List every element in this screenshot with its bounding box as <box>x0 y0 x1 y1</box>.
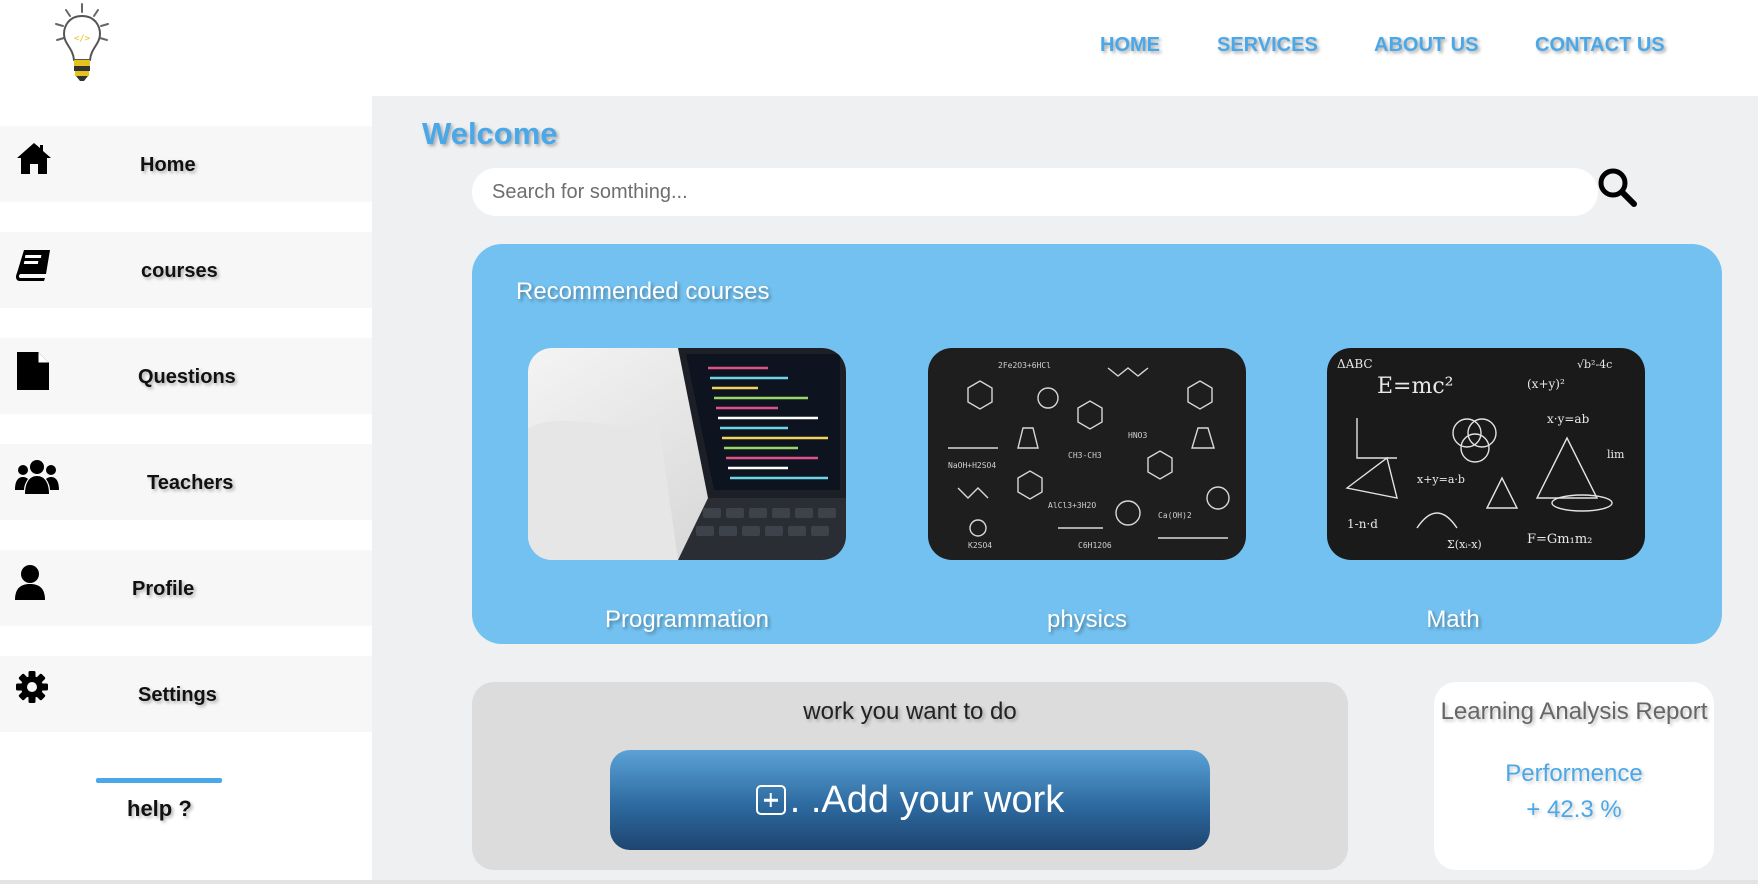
home-icon <box>17 143 51 174</box>
search-icon[interactable] <box>1596 166 1640 210</box>
svg-text:E=mc²: E=mc² <box>1377 374 1454 399</box>
sidebar-item-label: courses <box>141 260 218 282</box>
plus-square-icon <box>755 785 786 815</box>
sidebar: Home courses Questions Teachers Profile … <box>0 96 372 884</box>
user-icon <box>15 565 45 600</box>
course-card-programming[interactable] <box>528 348 846 560</box>
sidebar-item-teachers[interactable]: Teachers <box>0 444 372 520</box>
performance-label: Performence <box>1505 760 1643 787</box>
physics-image: 2Fe2O3+6HCl CH3-CH3 NaOH+H2SO4 HNO3 AlCl… <box>928 348 1246 560</box>
learning-report-panel: Learning Analysis Report Performence + 4… <box>1434 682 1714 870</box>
svg-text:F=Gm₁m₂: F=Gm₁m₂ <box>1527 532 1592 547</box>
sidebar-item-label: Teachers <box>147 472 234 494</box>
gear-icon <box>16 671 48 703</box>
bottom-divider <box>0 880 1758 884</box>
sidebar-item-label: Settings <box>138 684 217 706</box>
math-image: E=mc² (x+y)² x·y=ab x+y=a·b 1-n·d F=Gm₁m… <box>1327 348 1645 560</box>
help-divider <box>96 778 222 783</box>
svg-text:1-n·d: 1-n·d <box>1347 517 1378 531</box>
svg-text:√b²-4c: √b²-4c <box>1577 358 1612 371</box>
svg-text:x·y=ab: x·y=ab <box>1547 412 1590 426</box>
sidebar-item-label: Home <box>140 154 196 176</box>
page-title: Welcome <box>422 116 558 151</box>
book-icon <box>16 250 50 281</box>
svg-text:2Fe2O3+6HCl: 2Fe2O3+6HCl <box>998 361 1051 370</box>
sidebar-item-profile[interactable]: Profile <box>0 550 372 626</box>
svg-text:Ca(OH)2: Ca(OH)2 <box>1158 511 1192 520</box>
programming-image <box>528 348 846 560</box>
nav-contact-us[interactable]: CONTACT US <box>1535 34 1665 57</box>
lightbulb-logo: </> <box>55 3 109 81</box>
nav-home[interactable]: HOME <box>1100 34 1160 57</box>
sidebar-item-courses[interactable]: courses <box>0 232 372 308</box>
svg-text:C6H12O6: C6H12O6 <box>1078 541 1112 550</box>
course-card-physics[interactable]: 2Fe2O3+6HCl CH3-CH3 NaOH+H2SO4 HNO3 AlCl… <box>928 348 1246 560</box>
recommended-title: Recommended courses <box>516 278 770 305</box>
svg-text:CH3-CH3: CH3-CH3 <box>1068 451 1102 460</box>
svg-text:AlCl3+3H2O: AlCl3+3H2O <box>1048 501 1096 510</box>
sidebar-item-label: Profile <box>132 578 195 600</box>
performance-value: + 42.3 % <box>1526 796 1622 823</box>
svg-text:K2SO4: K2SO4 <box>968 541 992 550</box>
main-content: Welcome Recommended courses <box>372 96 1758 880</box>
nav-services[interactable]: SERVICES <box>1217 34 1318 57</box>
add-work-button[interactable]: . .Add your work <box>610 750 1210 850</box>
recommended-courses-panel: Recommended courses Programmation 2Fe2O3… <box>472 244 1722 644</box>
file-icon <box>17 352 49 390</box>
report-title: Learning Analysis Report <box>1440 698 1708 725</box>
svg-text:(x+y)²: (x+y)² <box>1527 377 1565 391</box>
work-panel: work you want to do . .Add your work <box>472 682 1348 870</box>
svg-text:lim: lim <box>1607 448 1625 461</box>
course-label-programming[interactable]: Programmation <box>528 606 846 634</box>
sidebar-item-home[interactable]: Home <box>0 126 372 202</box>
work-title: work you want to do <box>803 698 1017 725</box>
course-label-physics[interactable]: physics <box>928 606 1246 634</box>
nav-about-us[interactable]: ABOUT US <box>1374 34 1478 57</box>
users-icon <box>15 460 59 494</box>
svg-text:HNO3: HNO3 <box>1128 431 1147 440</box>
svg-text:ΔABC: ΔABC <box>1337 357 1373 371</box>
help-link[interactable]: help ? <box>127 796 192 822</box>
sidebar-item-settings[interactable]: Settings <box>0 656 372 732</box>
svg-text:x+y=a·b: x+y=a·b <box>1417 473 1465 486</box>
course-label-math[interactable]: Math <box>1294 606 1612 634</box>
sidebar-item-questions[interactable]: Questions <box>0 338 372 414</box>
svg-text:</>: </> <box>74 34 91 44</box>
svg-text:Σ(xᵢ-x): Σ(xᵢ-x) <box>1447 538 1482 551</box>
svg-text:NaOH+H2SO4: NaOH+H2SO4 <box>948 461 996 470</box>
search-input[interactable] <box>472 168 1598 216</box>
course-card-math[interactable]: E=mc² (x+y)² x·y=ab x+y=a·b 1-n·d F=Gm₁m… <box>1327 348 1645 560</box>
sidebar-item-label: Questions <box>138 366 236 388</box>
top-bar: </> HOME SERVICES ABOUT US CONTACT US <box>0 0 1758 96</box>
add-work-label: . .Add your work <box>789 778 1065 821</box>
